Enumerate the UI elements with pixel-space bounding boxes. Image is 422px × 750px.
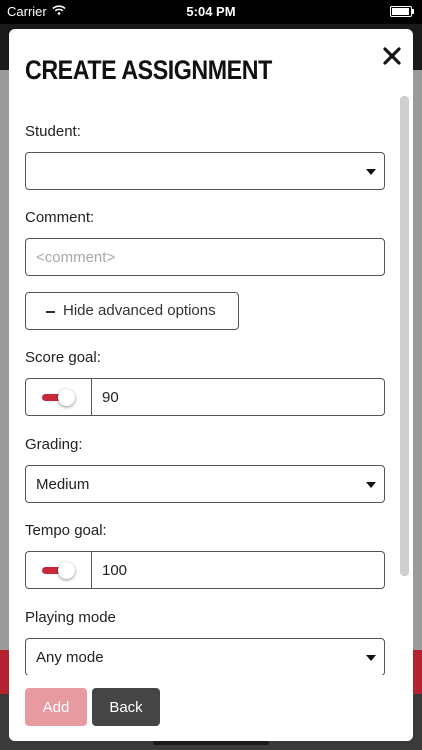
modal-footer: Add Back <box>9 675 413 741</box>
score-goal-toggle[interactable] <box>26 379 92 415</box>
playing-mode-select[interactable]: Any mode <box>25 638 385 675</box>
tempo-goal-toggle[interactable] <box>26 552 92 588</box>
comment-field <box>25 238 385 276</box>
add-button[interactable]: Add <box>25 688 87 726</box>
modal-title: CREATE ASSIGNMENT <box>25 55 272 85</box>
home-indicator[interactable] <box>153 741 269 745</box>
status-time: 5:04 PM <box>186 4 236 19</box>
form-scrollbar[interactable] <box>400 96 409 576</box>
hide-advanced-options-button[interactable]: Hide advanced options <box>25 292 239 330</box>
comment-input[interactable] <box>26 239 384 275</box>
grading-label: Grading: <box>25 436 83 453</box>
chevron-down-icon <box>366 169 376 175</box>
chevron-down-icon <box>366 482 376 488</box>
grading-select[interactable]: Medium <box>25 465 385 503</box>
tempo-goal-label: Tempo goal: <box>25 522 107 539</box>
toggle-knob <box>58 389 75 406</box>
score-goal-input[interactable] <box>92 379 384 415</box>
status-bar: Carrier 5:04 PM <box>0 0 422 24</box>
student-select[interactable] <box>25 152 385 190</box>
student-label: Student: <box>25 123 81 140</box>
close-icon <box>383 47 401 65</box>
grading-select-value: Medium <box>36 476 90 493</box>
toggle-knob <box>58 562 75 579</box>
score-goal-label: Score goal: <box>25 349 101 366</box>
form-scroll-area[interactable]: Student: Comment: Hide advanced options … <box>9 95 413 675</box>
close-button[interactable] <box>381 45 403 67</box>
back-button[interactable]: Back <box>92 688 160 726</box>
hide-advanced-options-label: Hide advanced options <box>63 302 216 319</box>
battery-icon <box>390 6 414 17</box>
chevron-down-icon <box>366 655 376 661</box>
tempo-goal-group <box>25 551 385 589</box>
comment-label: Comment: <box>25 209 95 226</box>
playing-mode-label: Playing mode <box>25 609 116 626</box>
playing-mode-select-value: Any mode <box>36 649 104 666</box>
score-goal-group <box>25 378 385 416</box>
tempo-goal-input[interactable] <box>92 552 384 588</box>
create-assignment-modal: CREATE ASSIGNMENT Student: Comment: Hide… <box>9 29 413 741</box>
minus-icon <box>46 311 55 313</box>
